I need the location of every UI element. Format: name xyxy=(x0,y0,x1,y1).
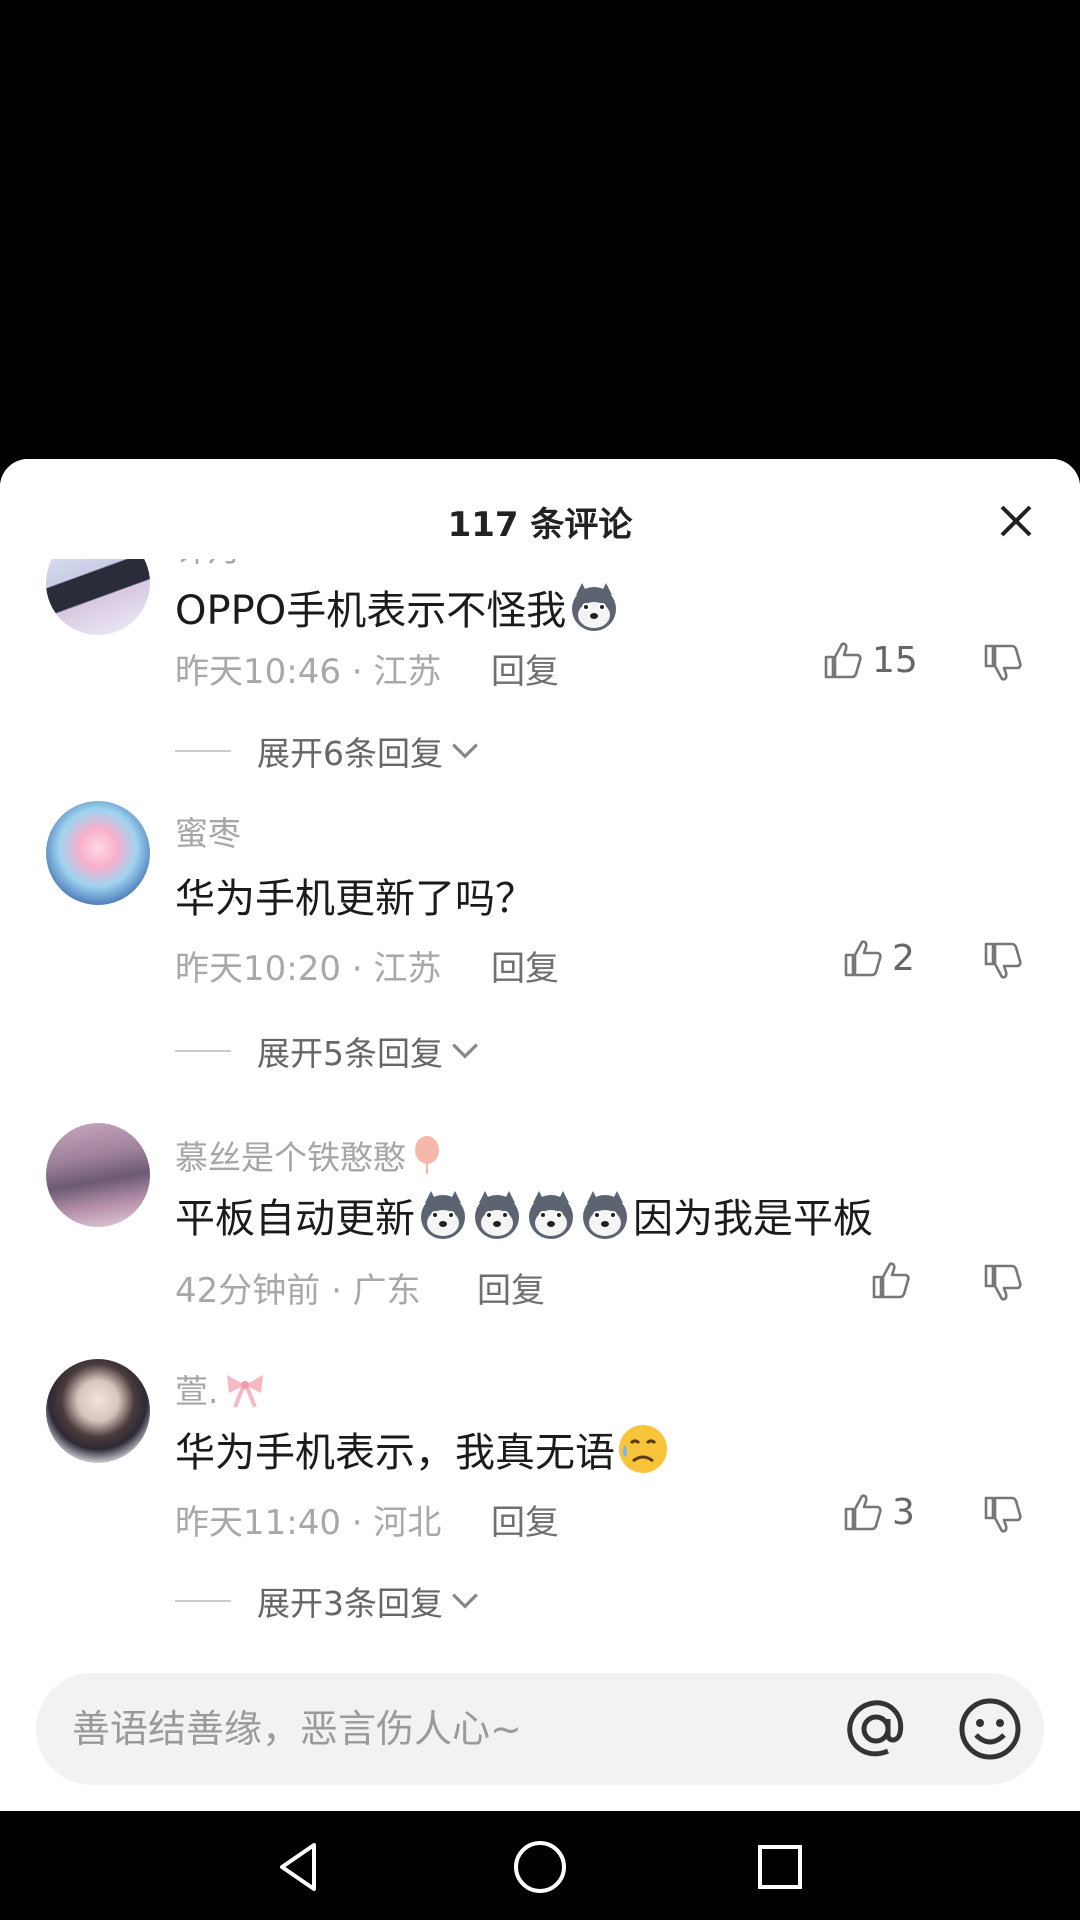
like-button[interactable] xyxy=(870,1259,912,1301)
home-circle-icon[interactable] xyxy=(510,1837,570,1897)
expand-replies-label: 展开5条回复 xyxy=(257,1034,443,1073)
comment-text[interactable]: 华为手机表示，我真无语 xyxy=(175,1421,669,1477)
thumb-down-icon[interactable] xyxy=(982,1262,1024,1304)
comment-text-body: 华为手机更新了吗？ xyxy=(175,876,535,922)
comment-input[interactable]: 善语结善缘，恶言伤人心~ xyxy=(72,1673,522,1785)
thumb-up-icon xyxy=(870,1259,912,1301)
divider-line xyxy=(175,1050,231,1052)
system-nav-bar xyxy=(0,1811,1080,1920)
avatar[interactable] xyxy=(46,801,150,905)
comment-text-before: 平板自动更新 xyxy=(175,1196,415,1242)
chevron-down-icon xyxy=(449,735,481,767)
close-icon[interactable] xyxy=(990,495,1042,547)
like-count: 15 xyxy=(872,639,918,681)
comment-text[interactable]: OPPO手机表示不怪我 xyxy=(175,579,620,635)
husky-emoji xyxy=(471,1189,523,1241)
like-button[interactable]: 3 xyxy=(842,1491,915,1533)
thumb-up-icon xyxy=(842,1491,884,1533)
chevron-down-icon xyxy=(449,1035,481,1067)
comment-text[interactable]: 平板自动更新 因为我是平板 xyxy=(175,1187,873,1243)
recents-square-icon[interactable] xyxy=(750,1837,810,1897)
comment-item: 蜜枣 华为手机更新了吗？ 昨天10:20 · 江苏 回复 2 展开5条回复 xyxy=(0,801,1080,1121)
avatar[interactable] xyxy=(46,1359,150,1463)
comment-username[interactable]: 许月 xyxy=(175,559,241,571)
comment-input-bar[interactable]: 善语结善缘，恶言伤人心~ xyxy=(36,1673,1044,1785)
comment-time-location: 昨天11:40 · 河北 xyxy=(175,1503,442,1543)
reply-button[interactable]: 回复 xyxy=(491,644,559,693)
sweat-face-emoji xyxy=(619,1425,667,1473)
like-count: 2 xyxy=(892,937,915,979)
comment-item: 慕丝是个铁憨憨 平板自动更新 因为我是平板 42分钟前 · 广东 回复 xyxy=(0,1123,1080,1353)
divider-line xyxy=(175,1600,231,1602)
comment-text-body: 华为手机表示，我真无语 xyxy=(175,1430,615,1476)
comment-list[interactable]: 许月 OPPO手机表示不怪我 昨天10:46 · 江苏 回复 15 展开6条回复… xyxy=(0,559,1080,1667)
divider-line xyxy=(175,750,231,752)
thumb-down-icon[interactable] xyxy=(982,940,1024,982)
reply-button[interactable]: 回复 xyxy=(491,1495,559,1544)
comment-time-location: 昨天10:20 · 江苏 xyxy=(175,949,442,989)
expand-replies-label: 展开6条回复 xyxy=(257,734,443,773)
expand-replies[interactable]: 展开6条回复 xyxy=(175,727,481,775)
comment-username[interactable]: 蜜枣 xyxy=(175,807,241,855)
back-triangle-icon[interactable] xyxy=(270,1837,330,1897)
thumb-up-icon xyxy=(822,639,864,681)
comment-item: 许月 OPPO手机表示不怪我 昨天10:46 · 江苏 回复 15 展开6条回复 xyxy=(0,559,1080,799)
comment-username[interactable]: 萱. xyxy=(175,1365,267,1413)
comment-text-body: OPPO手机表示不怪我 xyxy=(175,588,567,634)
at-icon[interactable] xyxy=(842,1695,910,1763)
like-button[interactable]: 15 xyxy=(822,639,918,681)
comment-time-location: 昨天10:46 · 江苏 xyxy=(175,652,442,692)
smiley-icon[interactable] xyxy=(956,1695,1024,1763)
comments-sheet: 117 条评论 许月 OPPO手机表示不怪我 昨天10:46 · 江苏 回复 1… xyxy=(0,459,1080,1811)
bow-icon xyxy=(226,1375,263,1408)
comment-item: 萱. 华为手机表示，我真无语 昨天11:40 · 河北 回复 3 展开3条回复 xyxy=(0,1359,1080,1667)
comment-text[interactable]: 华为手机更新了吗？ xyxy=(175,867,535,923)
expand-replies-label: 展开3条回复 xyxy=(257,1584,443,1623)
like-button[interactable]: 2 xyxy=(842,937,915,979)
reply-button[interactable]: 回复 xyxy=(477,1263,545,1312)
comment-username-text: 萱. xyxy=(175,1372,219,1411)
chevron-down-icon xyxy=(449,1585,481,1617)
thumb-down-icon[interactable] xyxy=(982,642,1024,684)
husky-emoji xyxy=(568,581,620,633)
comment-time-location: 42分钟前 · 广东 xyxy=(175,1271,421,1311)
avatar[interactable] xyxy=(46,1123,150,1227)
husky-emoji xyxy=(525,1189,577,1241)
thumb-down-icon[interactable] xyxy=(982,1494,1024,1536)
reply-button[interactable]: 回复 xyxy=(491,941,559,990)
sheet-header: 117 条评论 xyxy=(0,459,1080,559)
video-area[interactable] xyxy=(0,0,1080,460)
expand-replies[interactable]: 展开3条回复 xyxy=(175,1577,481,1625)
husky-emoji xyxy=(579,1189,631,1241)
thumb-up-icon xyxy=(842,937,884,979)
expand-replies[interactable]: 展开5条回复 xyxy=(175,1027,481,1075)
comment-count-title: 117 条评论 xyxy=(447,505,633,545)
husky-emoji xyxy=(417,1189,469,1241)
comment-username[interactable]: 慕丝是个铁憨憨 xyxy=(175,1131,442,1179)
comment-username-text: 慕丝是个铁憨憨 xyxy=(175,1138,406,1177)
comment-text-after: 因为我是平板 xyxy=(633,1196,873,1242)
like-count: 3 xyxy=(892,1491,915,1533)
balloon-icon xyxy=(415,1136,439,1174)
avatar[interactable] xyxy=(46,559,150,635)
